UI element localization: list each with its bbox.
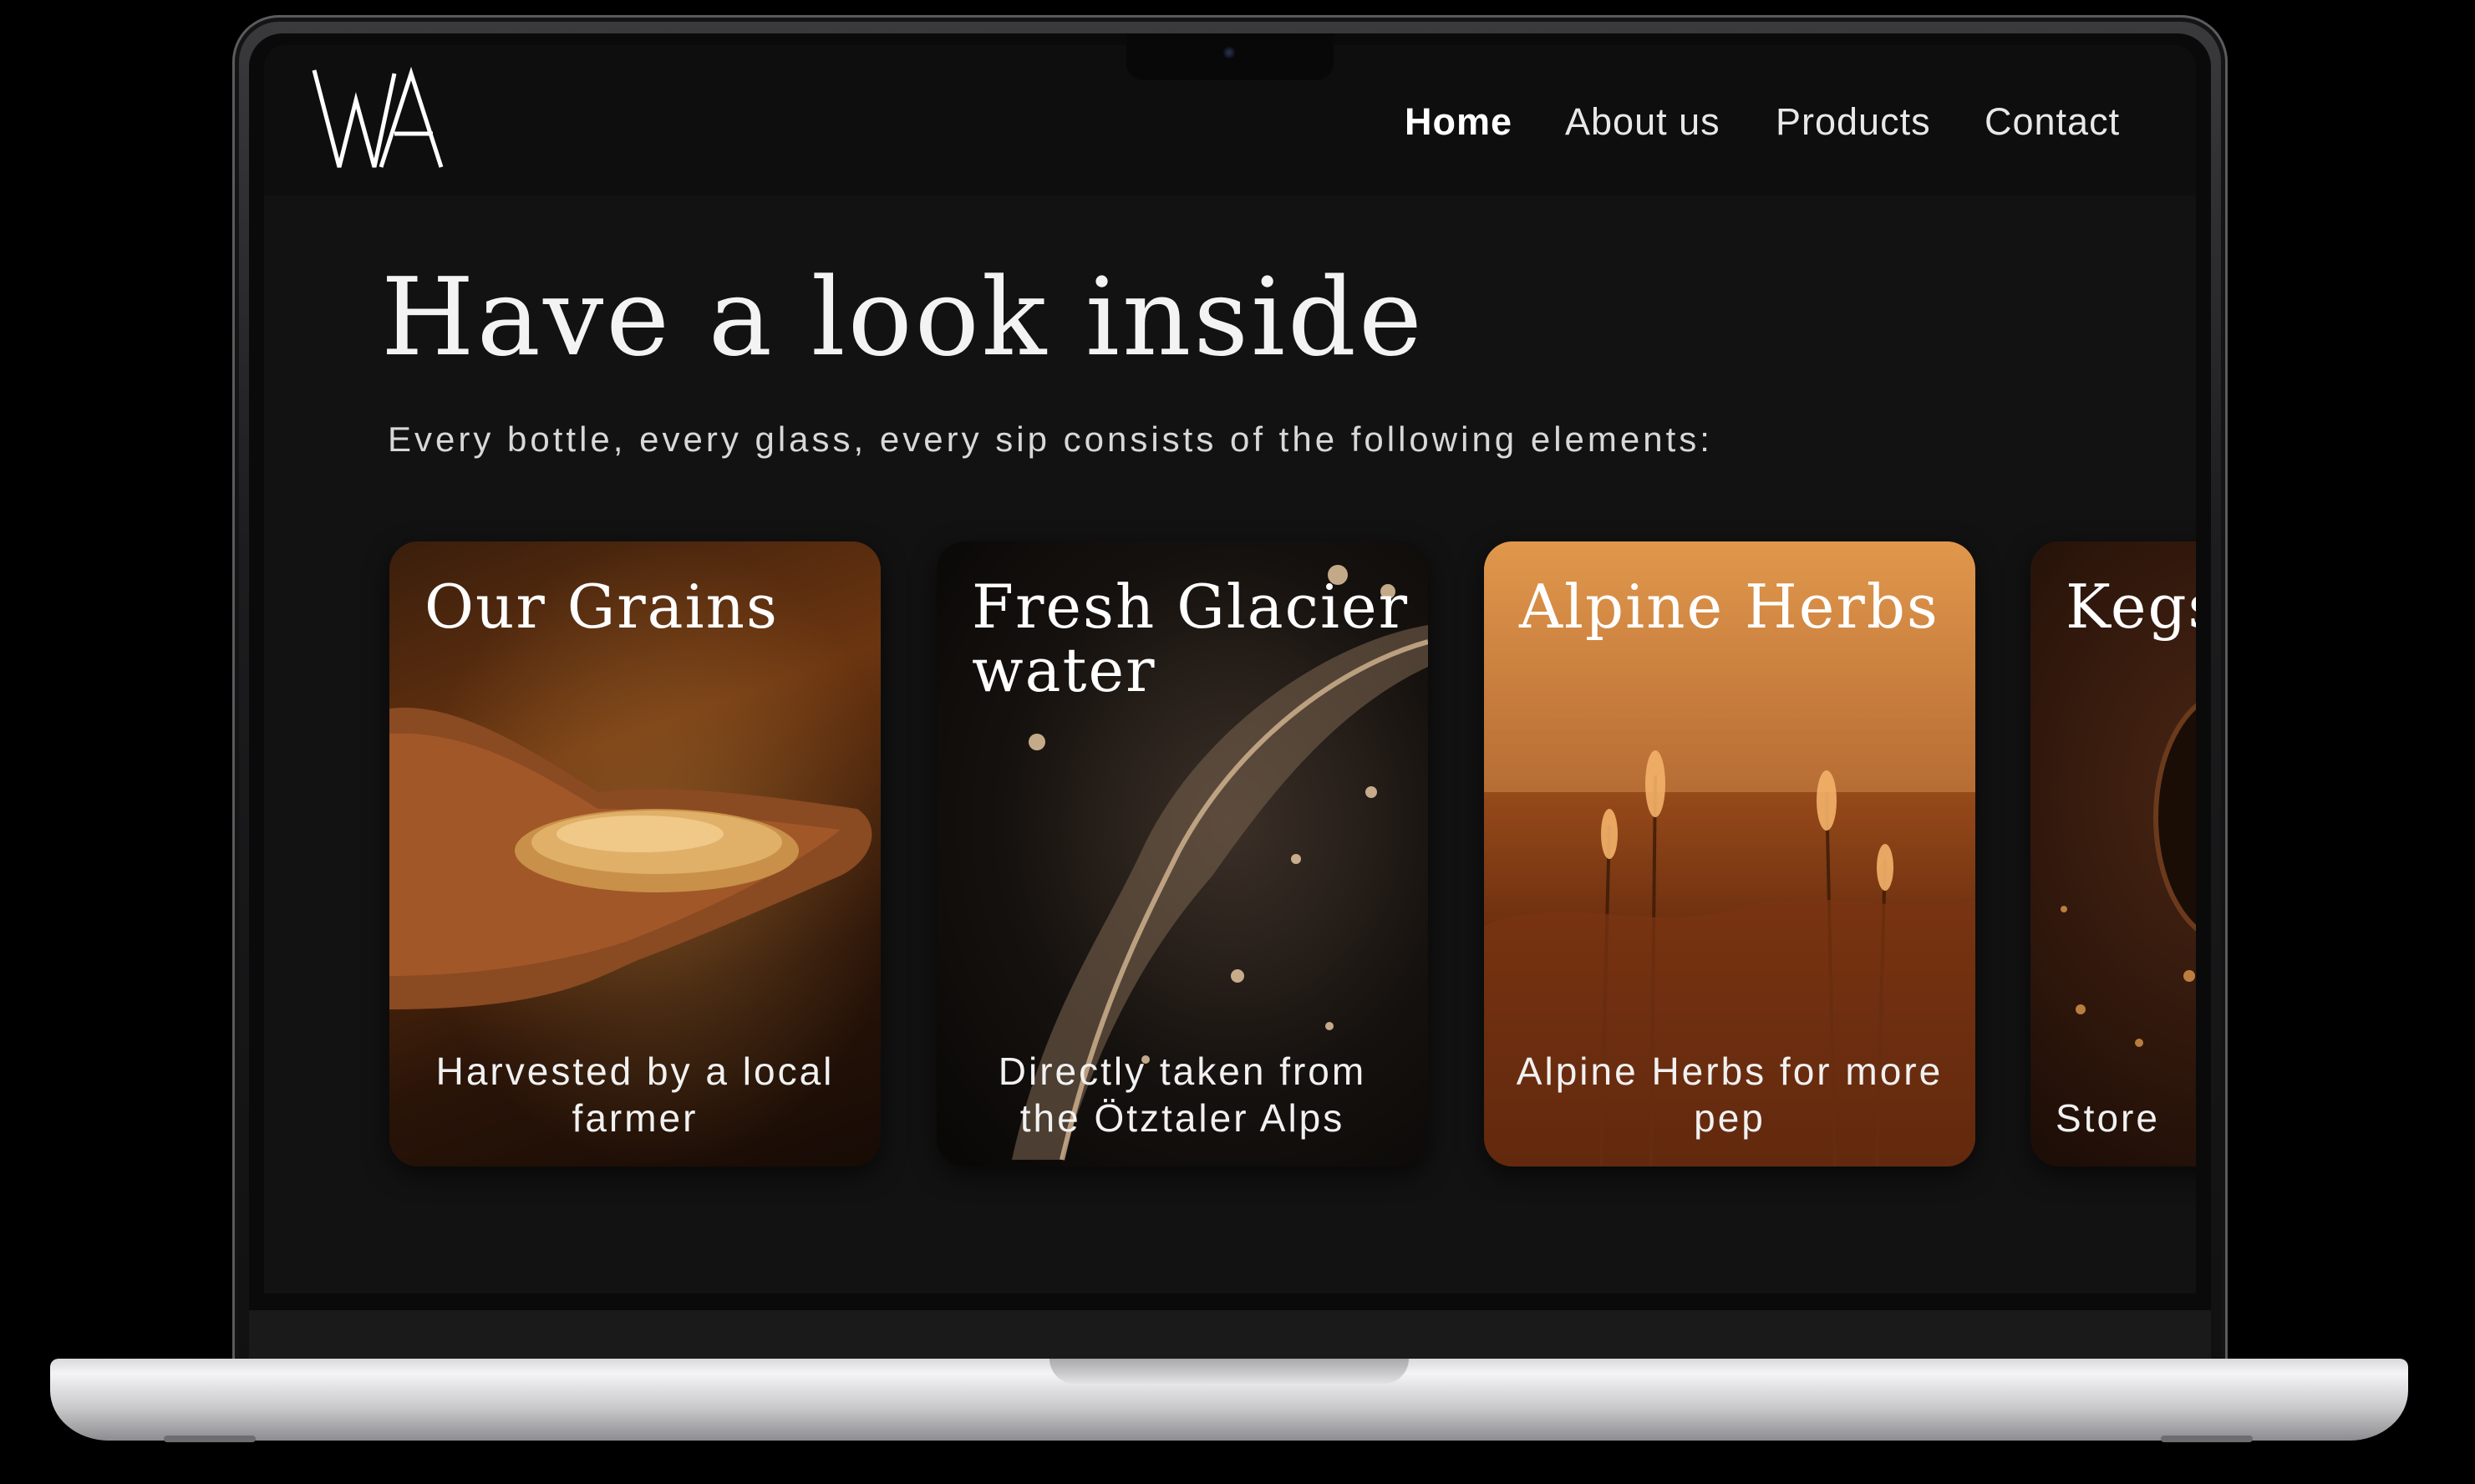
nav-contact[interactable]: Contact xyxy=(1985,100,2120,144)
page-title: Have a look inside xyxy=(381,256,1425,380)
card-caption: Harvested by a local farmer xyxy=(435,1049,835,1140)
trackpad-notch xyxy=(1049,1359,1409,1384)
laptop-foot-left xyxy=(164,1436,256,1442)
card-caption: Alpine Herbs for more pep xyxy=(1516,1049,1944,1140)
card-title: Kegs xyxy=(2066,572,2196,642)
laptop-foot-right xyxy=(2161,1436,2253,1442)
nav-products[interactable]: Products xyxy=(1776,100,1931,144)
card-fresh-glacier-water[interactable]: Fresh Glacier water Directly taken from … xyxy=(937,541,1428,1166)
card-caption: Store xyxy=(2056,1096,2160,1140)
nav-about-us[interactable]: About us xyxy=(1565,100,1720,144)
card-caption: Directly taken from the Ötztaler Alps xyxy=(998,1049,1367,1140)
logo-icon[interactable] xyxy=(311,67,461,170)
card-our-grains[interactable]: Our Grains Harvested by a local farmer xyxy=(389,541,881,1166)
card-alpine-herbs[interactable]: Alpine Herbs Alpine Herbs for more pep xyxy=(1484,541,1975,1166)
page-subtitle: Every bottle, every glass, every sip con… xyxy=(388,419,1713,459)
card-title: Fresh Glacier water xyxy=(972,572,1410,705)
nav-home[interactable]: Home xyxy=(1405,100,1512,144)
screen-chin xyxy=(249,1310,2211,1360)
card-title: Our Grains xyxy=(424,572,779,642)
website-screen: Home About us Products Contact Have a lo… xyxy=(264,45,2196,1293)
camera-icon xyxy=(1223,47,1235,58)
card-kegs[interactable]: Kegs Store xyxy=(2030,541,2196,1166)
card-title: Alpine Herbs xyxy=(1519,572,1939,642)
